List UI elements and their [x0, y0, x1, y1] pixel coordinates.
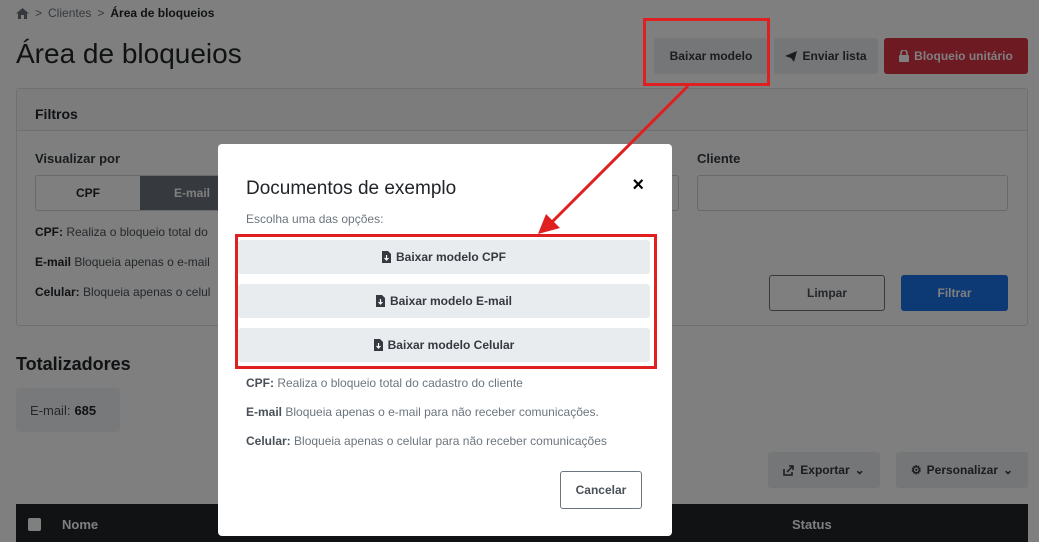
- modal-hint-celular: Celular: Bloqueia apenas o celular para …: [246, 434, 607, 448]
- cancel-label: Cancelar: [575, 483, 627, 497]
- download-celular-template-button[interactable]: Baixar modelo Celular: [238, 328, 650, 362]
- modal-title: Documentos de exemplo: [246, 178, 457, 199]
- example-documents-modal: Documentos de exemplo × Escolha uma das …: [218, 144, 672, 536]
- modal-subtitle: Escolha uma das opções:: [246, 212, 384, 226]
- file-download-icon: [373, 339, 383, 351]
- file-download-icon: [381, 251, 391, 263]
- download-cpf-template-button[interactable]: Baixar modelo CPF: [238, 240, 650, 274]
- download-celular-label: Baixar modelo Celular: [387, 338, 515, 352]
- cancel-button[interactable]: Cancelar: [560, 471, 642, 509]
- download-cpf-label: Baixar modelo CPF: [395, 250, 507, 264]
- modal-hint-cpf: CPF: Realiza o bloqueio total do cadastr…: [246, 376, 523, 390]
- download-email-label: Baixar modelo E-mail: [389, 294, 513, 308]
- file-download-icon: [375, 295, 385, 307]
- modal-hint-email: E-mail Bloqueia apenas o e-mail para não…: [246, 405, 599, 419]
- close-icon[interactable]: ×: [632, 174, 644, 197]
- download-email-template-button[interactable]: Baixar modelo E-mail: [238, 284, 650, 318]
